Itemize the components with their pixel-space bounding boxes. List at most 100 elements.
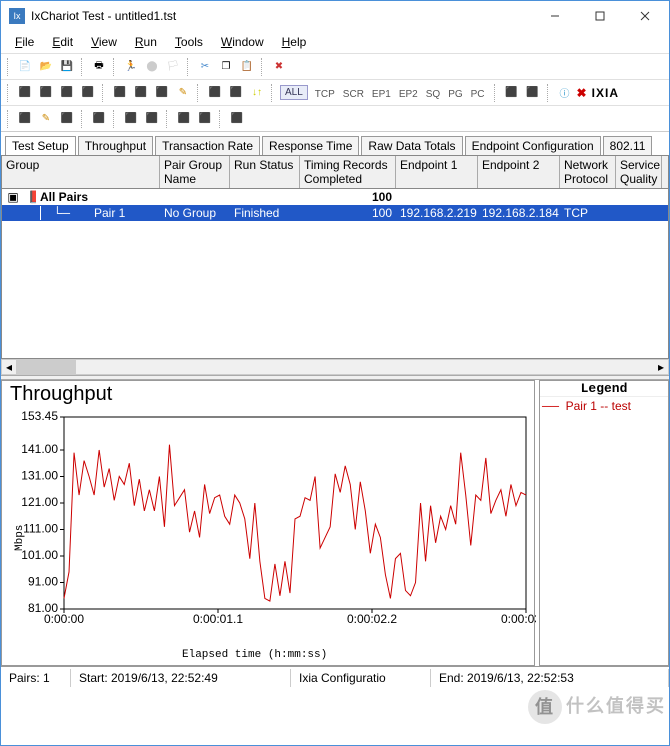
status-bar: Pairs: 1 Start: 2019/6/13, 22:52:49 Ixia… bbox=[1, 666, 669, 688]
delete-icon[interactable]: ✖ bbox=[270, 58, 288, 76]
pair-row[interactable]: └─ Pair 1 No Group Finished 100 192.168.… bbox=[2, 205, 668, 221]
cell-pairgroup: No Group bbox=[160, 206, 230, 220]
filter-pg[interactable]: PG bbox=[444, 88, 466, 101]
filter-ep2[interactable]: EP2 bbox=[395, 88, 422, 101]
col-endpoint-2[interactable]: Endpoint 2 bbox=[478, 156, 560, 188]
col-timing-records-completed[interactable]: Timing Records Completed bbox=[300, 156, 396, 188]
chart-title: Throughput bbox=[2, 381, 534, 408]
col-group[interactable]: Group bbox=[2, 156, 160, 188]
tab-throughput[interactable]: Throughput bbox=[78, 136, 153, 155]
t3-a-icon[interactable]: ⬛ bbox=[16, 110, 34, 128]
status-end: End: 2019/6/13, 22:52:53 bbox=[431, 669, 669, 687]
col-pair-group-name[interactable]: Pair Group Name bbox=[160, 156, 230, 188]
chart-panel: Throughput Mbps 81.0091.00101.00111.0012… bbox=[1, 380, 535, 666]
filter-sq[interactable]: SQ bbox=[422, 88, 444, 101]
close-button[interactable] bbox=[622, 2, 667, 30]
t3-i-icon[interactable]: ⬛ bbox=[228, 110, 246, 128]
menu-view[interactable]: View bbox=[83, 33, 125, 51]
tab-endpoint-configuration[interactable]: Endpoint Configuration bbox=[465, 136, 601, 155]
col-service-quality[interactable]: Service Quality bbox=[616, 156, 662, 188]
app-icon: Ix bbox=[9, 8, 25, 24]
save-icon[interactable]: 💾 bbox=[58, 58, 76, 76]
col-run-status[interactable]: Run Status bbox=[230, 156, 300, 188]
tool-a-icon[interactable]: ⬛ bbox=[16, 84, 34, 102]
tool-g-icon[interactable]: ⬛ bbox=[153, 84, 171, 102]
tool-b-icon[interactable]: ⬛ bbox=[37, 84, 55, 102]
menu-tools[interactable]: Tools bbox=[167, 33, 211, 51]
svg-text:131.00: 131.00 bbox=[21, 468, 58, 482]
tool-e-icon[interactable]: ⬛ bbox=[111, 84, 129, 102]
copy-icon[interactable]: ❐ bbox=[217, 58, 235, 76]
t3-d-icon[interactable]: ⬛ bbox=[90, 110, 108, 128]
tab-bar: Test SetupThroughputTransaction RateResp… bbox=[1, 131, 669, 155]
brand-logo: ✖ IXIA bbox=[577, 86, 619, 100]
svg-text:0:00:00: 0:00:00 bbox=[44, 612, 84, 626]
run-icon[interactable]: 🏃 bbox=[122, 58, 140, 76]
tool-c-icon[interactable]: ⬛ bbox=[58, 84, 76, 102]
paste-icon[interactable]: 📋 bbox=[238, 58, 256, 76]
title-bar: Ix IxChariot Test - untitled1.tst bbox=[1, 1, 669, 31]
tool-l-icon[interactable]: ⬛ bbox=[503, 84, 521, 102]
svg-text:111.00: 111.00 bbox=[23, 521, 58, 535]
col-network-protocol[interactable]: Network Protocol bbox=[560, 156, 616, 188]
all-pairs-row[interactable]: ▣ 📕 All Pairs 100 bbox=[2, 189, 668, 205]
info-icon[interactable]: ⓘ bbox=[556, 84, 574, 102]
col-endpoint-1[interactable]: Endpoint 1 bbox=[396, 156, 478, 188]
status-pairs: Pairs: 1 bbox=[1, 669, 71, 687]
cell-proto: TCP bbox=[560, 206, 616, 220]
tool-k-icon[interactable]: ↓↑ bbox=[248, 84, 266, 102]
cell-ep1: 192.168.2.219 bbox=[396, 206, 478, 220]
tab-802.11[interactable]: 802.11 bbox=[603, 136, 653, 155]
t3-g-icon[interactable]: ⬛ bbox=[175, 110, 193, 128]
tool-j-icon[interactable]: ⬛ bbox=[227, 84, 245, 102]
toolbar-2: ⬛ ⬛ ⬛ ⬛ ⬛ ⬛ ⬛ ✎ ⬛ ⬛ ↓↑ ALL TCPSCREP1EP2S… bbox=[1, 79, 669, 105]
new-icon[interactable]: 📄 bbox=[16, 58, 34, 76]
open-icon[interactable]: 📂 bbox=[37, 58, 55, 76]
tool-d-icon[interactable]: ⬛ bbox=[79, 84, 97, 102]
tool-m-icon[interactable]: ⬛ bbox=[524, 84, 542, 102]
tool-f-icon[interactable]: ⬛ bbox=[132, 84, 150, 102]
t3-e-icon[interactable]: ⬛ bbox=[122, 110, 140, 128]
filter-scr[interactable]: SCR bbox=[339, 88, 368, 101]
t3-c-icon[interactable]: ⬛ bbox=[58, 110, 76, 128]
cut-icon[interactable]: ✂ bbox=[196, 58, 214, 76]
print-icon[interactable]: 🖶 bbox=[90, 58, 108, 76]
filter-all[interactable]: ALL bbox=[280, 85, 308, 100]
window-title: IxChariot Test - untitled1.tst bbox=[31, 9, 532, 23]
svg-text:101.00: 101.00 bbox=[21, 548, 58, 562]
menu-help[interactable]: Help bbox=[274, 33, 315, 51]
svg-text:0:00:02.2: 0:00:02.2 bbox=[347, 612, 397, 626]
chart-plot: 81.0091.00101.00111.00121.00131.00141.00… bbox=[16, 407, 536, 647]
cell-ep2: 192.168.2.184 bbox=[478, 206, 560, 220]
menu-run[interactable]: Run bbox=[127, 33, 165, 51]
svg-text:91.00: 91.00 bbox=[28, 574, 58, 588]
tool-h-icon[interactable]: ✎ bbox=[174, 84, 192, 102]
menu-window[interactable]: Window bbox=[213, 33, 272, 51]
menu-file[interactable]: File bbox=[7, 33, 42, 51]
filter-pc[interactable]: PC bbox=[467, 88, 489, 101]
menu-edit[interactable]: Edit bbox=[44, 33, 81, 51]
tool-i-icon[interactable]: ⬛ bbox=[206, 84, 224, 102]
tab-test-setup[interactable]: Test Setup bbox=[5, 136, 76, 155]
toolbar-3: ⬛ ✎ ⬛ ⬛ ⬛ ⬛ ⬛ ⬛ ⬛ bbox=[1, 105, 669, 131]
grid-body[interactable]: ▣ 📕 All Pairs 100 └─ Pair 1 No Group Fin… bbox=[1, 189, 669, 359]
h-scrollbar[interactable]: ◂▸ bbox=[1, 359, 669, 375]
watermark: 值值·什么值得买什么值得买 bbox=[528, 690, 666, 724]
maximize-button[interactable] bbox=[577, 2, 622, 30]
flag-icon[interactable]: 🏳 bbox=[164, 58, 182, 76]
legend-item[interactable]: ── Pair 1 -- test bbox=[540, 397, 668, 416]
svg-text:141.00: 141.00 bbox=[21, 442, 58, 456]
filter-tcp[interactable]: TCP bbox=[311, 88, 339, 101]
tab-raw-data-totals[interactable]: Raw Data Totals bbox=[361, 136, 462, 155]
tab-transaction-rate[interactable]: Transaction Rate bbox=[155, 136, 260, 155]
t3-f-icon[interactable]: ⬛ bbox=[143, 110, 161, 128]
cell-timing: 100 bbox=[300, 206, 396, 220]
stop-icon[interactable]: ⬤ bbox=[143, 58, 161, 76]
t3-h-icon[interactable]: ⬛ bbox=[196, 110, 214, 128]
chart-area: Throughput Mbps 81.0091.00101.00111.0012… bbox=[1, 380, 669, 666]
tab-response-time[interactable]: Response Time bbox=[262, 136, 359, 155]
filter-ep1[interactable]: EP1 bbox=[368, 88, 395, 101]
minimize-button[interactable] bbox=[532, 2, 577, 30]
t3-b-icon[interactable]: ✎ bbox=[37, 110, 55, 128]
svg-text:121.00: 121.00 bbox=[21, 495, 58, 509]
